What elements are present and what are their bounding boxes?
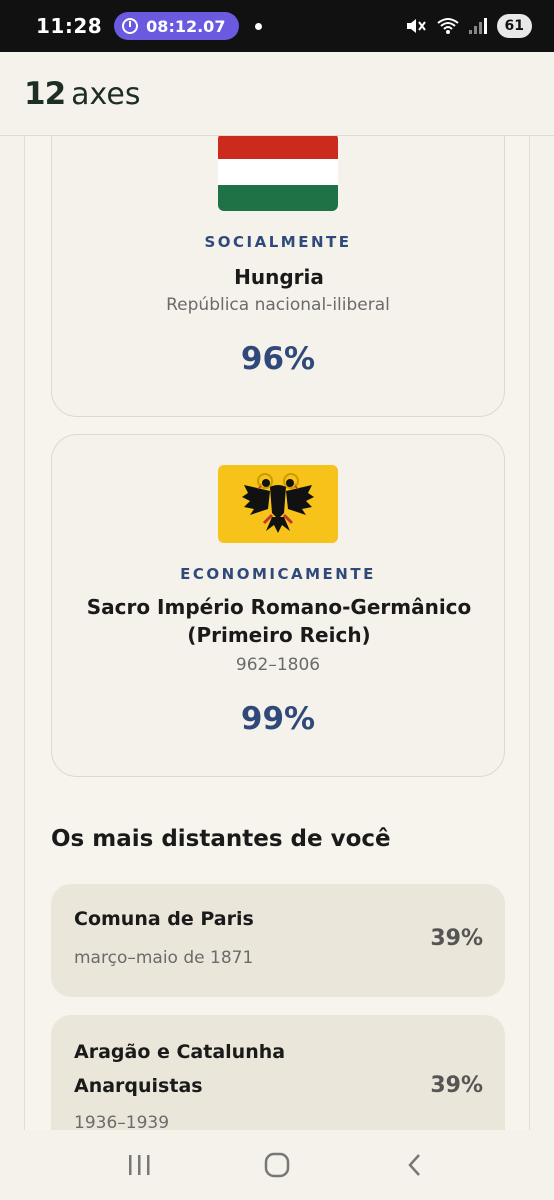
wifi-icon <box>436 18 459 34</box>
recent-apps-icon <box>129 1155 150 1175</box>
list-item-percent: 39% <box>430 1073 483 1098</box>
card-percent: 99% <box>240 701 316 737</box>
card-name: Hungria <box>234 265 324 289</box>
mute-icon <box>406 19 426 33</box>
timer-pill[interactable]: 08:12.07 <box>114 12 240 40</box>
card-percent: 96% <box>240 341 316 377</box>
result-card-economic: ECONOMICAMENTE Sacro Império Romano-Germ… <box>51 434 505 777</box>
home-icon <box>264 1152 290 1178</box>
card-name: Sacro Império Romano-Germânico (Primeiro… <box>86 595 472 647</box>
hungary-flag-icon <box>218 136 338 211</box>
signal-icon <box>468 18 487 34</box>
list-item-percent: 39% <box>430 926 483 951</box>
timer-value: 08:12.07 <box>146 16 226 36</box>
card-category: ECONOMICAMENTE <box>180 565 376 583</box>
list-item-subtitle: 1936–1939 <box>74 1113 170 1130</box>
recent-apps-button[interactable] <box>119 1145 159 1185</box>
battery-indicator: 61 <box>496 14 532 38</box>
card-subtitle: República nacional-iliberal <box>166 295 390 315</box>
section-title-distant: Os mais distantes de você <box>51 826 391 852</box>
notification-dot-icon <box>255 22 263 30</box>
app-logo[interactable]: 12 axes <box>24 76 140 112</box>
double-headed-eagle-icon <box>242 473 314 533</box>
logo-word: axes <box>71 76 141 112</box>
results-content[interactable]: SOCIALMENTE Hungria República nacional-i… <box>24 136 530 1130</box>
battery-level: 61 <box>504 18 524 34</box>
list-item-title: Comuna de Paris <box>74 908 254 930</box>
status-bar: 11:28 08:12.07 61 <box>0 0 554 52</box>
back-button[interactable] <box>395 1145 435 1185</box>
home-button[interactable] <box>257 1145 297 1185</box>
list-item[interactable]: Comuna de Paris março–maio de 1871 39% <box>51 884 505 997</box>
holy-roman-empire-flag-icon <box>218 465 338 543</box>
list-item-title: Aragão e Catalunha Anarquistas <box>74 1041 286 1097</box>
card-category: SOCIALMENTE <box>204 233 352 251</box>
status-time: 11:28 <box>36 14 103 38</box>
system-nav-bar <box>0 1130 554 1200</box>
list-item-subtitle: março–maio de 1871 <box>74 948 254 968</box>
stopwatch-icon <box>122 18 139 34</box>
result-card-social: SOCIALMENTE Hungria República nacional-i… <box>51 136 505 417</box>
card-subtitle: 962–1806 <box>235 655 321 675</box>
logo-number: 12 <box>24 75 66 112</box>
list-item[interactable]: Aragão e Catalunha Anarquistas 1936–1939… <box>51 1015 505 1130</box>
app-header: 12 axes <box>0 52 554 136</box>
back-icon <box>408 1154 420 1176</box>
